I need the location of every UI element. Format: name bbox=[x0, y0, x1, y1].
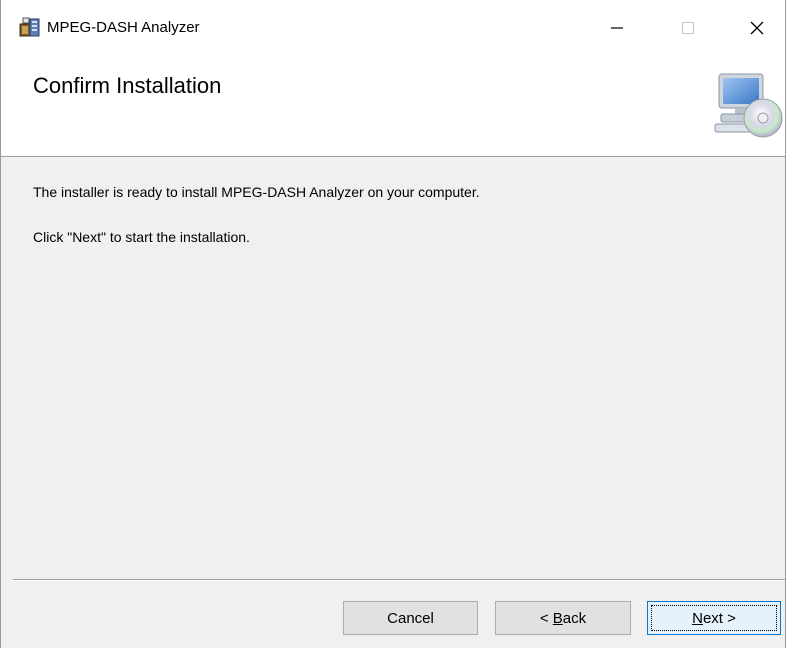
installer-package-icon bbox=[19, 16, 41, 38]
back-button-label: < Back bbox=[539, 609, 587, 627]
back-button[interactable]: < Back bbox=[495, 601, 631, 635]
close-icon bbox=[749, 20, 765, 39]
next-button-label: Next > bbox=[692, 609, 736, 627]
next-button[interactable]: Next > bbox=[647, 601, 781, 635]
cancel-button[interactable]: Cancel bbox=[343, 601, 478, 635]
computer-with-disc-icon bbox=[713, 68, 783, 140]
dialog-content: The installer is ready to install MPEG-D… bbox=[1, 157, 785, 578]
close-button[interactable] bbox=[729, 0, 785, 58]
minimize-button[interactable] bbox=[586, 0, 648, 58]
title-bar[interactable]: MPEG-DASH Analyzer bbox=[1, 0, 785, 58]
instruction-message: Click "Next" to start the installation. bbox=[33, 229, 250, 245]
header-banner: Confirm Installation bbox=[1, 58, 785, 157]
footer-divider bbox=[13, 579, 785, 581]
window-title: MPEG-DASH Analyzer bbox=[47, 19, 200, 36]
maximize-button[interactable] bbox=[657, 0, 719, 58]
ready-message: The installer is ready to install MPEG-D… bbox=[33, 184, 480, 200]
maximize-icon bbox=[681, 21, 695, 38]
installer-window: MPEG-DASH Analyzer Confirm Installation … bbox=[0, 0, 786, 648]
page-title: Confirm Installation bbox=[33, 73, 222, 98]
cancel-button-label: Cancel bbox=[387, 609, 434, 627]
minimize-icon bbox=[610, 21, 624, 38]
